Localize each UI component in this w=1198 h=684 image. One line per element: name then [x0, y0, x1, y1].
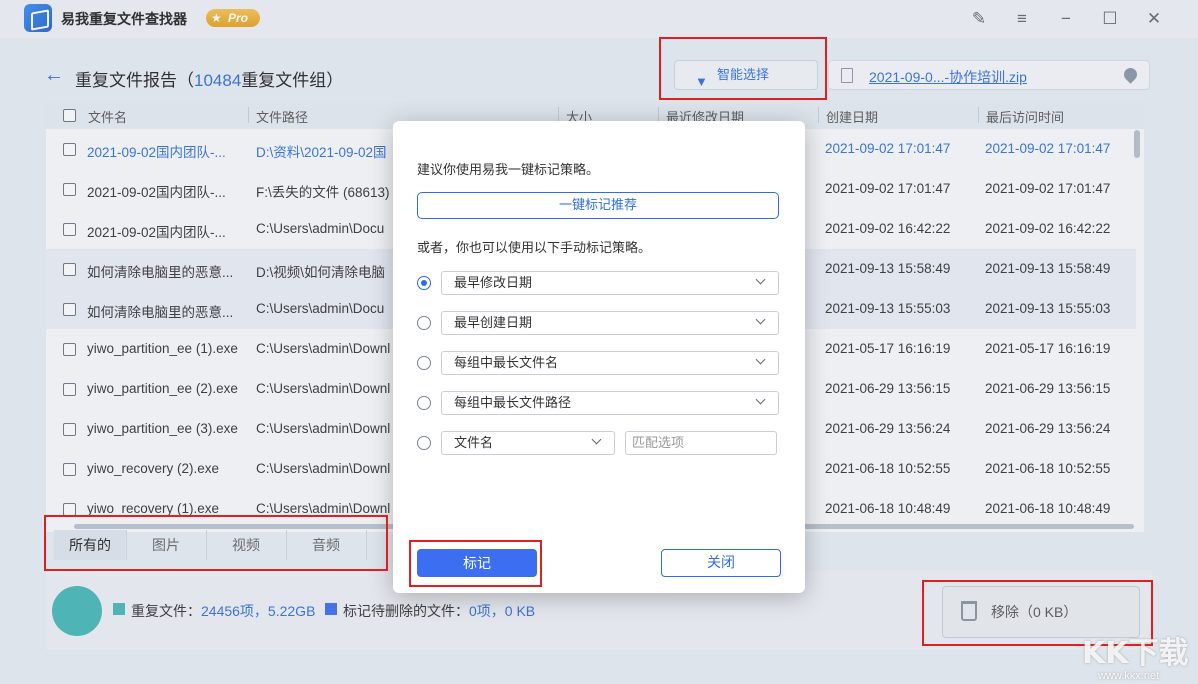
- chevron-down-icon: [755, 394, 766, 405]
- select-value: 每组中最长文件路径: [454, 395, 572, 410]
- chevron-down-icon: [591, 434, 602, 445]
- select-value: 每组中最长文件名: [454, 355, 559, 370]
- radio-earliest-created[interactable]: [417, 316, 431, 330]
- one-click-mark-button[interactable]: 一键标记推荐: [417, 192, 779, 219]
- radio-longest-name[interactable]: [417, 356, 431, 370]
- highlight-mark-button: [409, 540, 542, 587]
- strategy-select[interactable]: 最早修改日期: [441, 271, 779, 295]
- mark-strategy-dialog: 建议你使用易我一键标记策略。 一键标记推荐 或者，你也可以使用以下手动标记策略。…: [393, 121, 805, 593]
- strategy-select[interactable]: 最早创建日期: [441, 311, 779, 335]
- watermark-url: www.kkx.net: [1098, 670, 1160, 682]
- radio-earliest-modified[interactable]: [417, 276, 431, 290]
- filename-select[interactable]: 文件名: [441, 431, 615, 455]
- match-option-input[interactable]: 匹配选项: [625, 431, 777, 455]
- chevron-down-icon: [755, 314, 766, 325]
- radio-filename[interactable]: [417, 436, 431, 450]
- strategy-select[interactable]: 每组中最长文件名: [441, 351, 779, 375]
- suggest-text: 建议你使用易我一键标记策略。: [417, 162, 600, 177]
- select-value: 最早创建日期: [454, 315, 533, 330]
- highlight-tabs: [44, 515, 388, 571]
- strategy-select[interactable]: 每组中最长文件路径: [441, 391, 779, 415]
- watermark-logo: KK下载: [1082, 636, 1189, 671]
- select-value: 文件名: [454, 435, 494, 450]
- manual-text: 或者，你也可以使用以下手动标记策略。: [417, 240, 652, 255]
- close-dialog-button[interactable]: 关闭: [661, 549, 781, 577]
- chevron-down-icon: [755, 274, 766, 285]
- select-value: 最早修改日期: [454, 275, 533, 290]
- chevron-down-icon: [755, 354, 766, 365]
- highlight-smart-select: [659, 37, 827, 100]
- radio-longest-path[interactable]: [417, 396, 431, 410]
